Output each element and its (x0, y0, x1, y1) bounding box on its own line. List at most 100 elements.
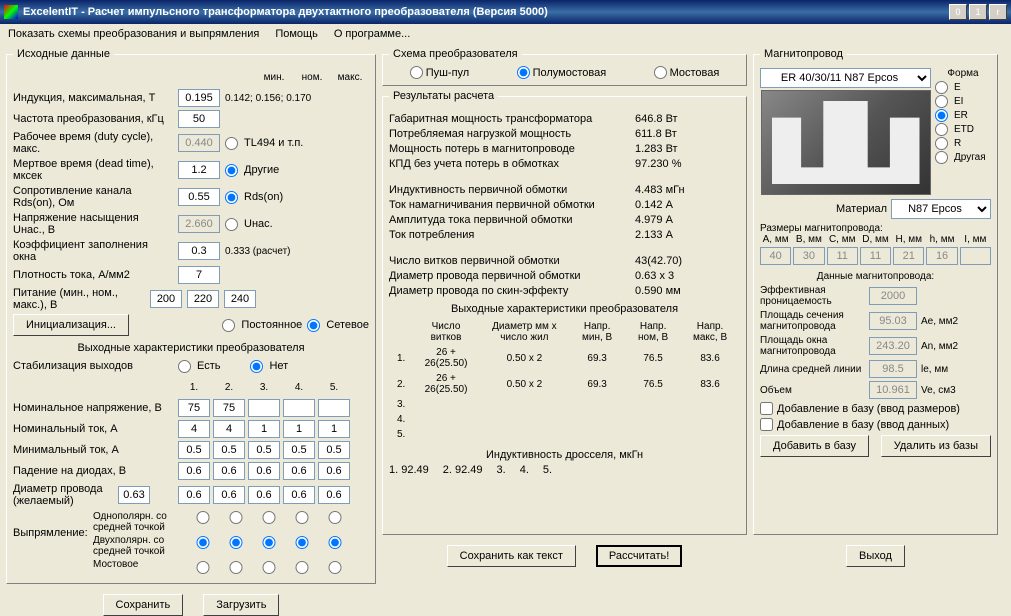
rect-r3-5[interactable] (325, 561, 345, 574)
core-group: Магнитопровод ER 40/30/11 N87 Epcos Форм… (753, 48, 998, 535)
input-supply-min[interactable] (150, 290, 182, 308)
radio-shape-EI[interactable] (935, 95, 948, 108)
radio-ac[interactable] (307, 319, 320, 332)
input-vd-2[interactable] (213, 462, 245, 480)
input-imin-4[interactable] (283, 441, 315, 459)
minimize-button[interactable]: 0 (949, 4, 967, 20)
input-freq[interactable] (178, 110, 220, 128)
input-vnom-5[interactable] (318, 399, 350, 417)
rect-r1-2[interactable] (226, 511, 246, 524)
input-vnom-3[interactable] (248, 399, 280, 417)
ve-field (869, 381, 917, 399)
dim-2 (827, 247, 858, 265)
rect-r2-1[interactable] (193, 536, 213, 549)
rect-r3-4[interactable] (292, 561, 312, 574)
init-button[interactable]: Инициализация... (13, 314, 129, 336)
input-kfill[interactable] (178, 242, 220, 260)
input-vd-4[interactable] (283, 462, 315, 480)
input-inom-2[interactable] (213, 420, 245, 438)
add-to-db-button[interactable]: Добавить в базу (760, 435, 869, 457)
input-vd-5[interactable] (318, 462, 350, 480)
core-select[interactable]: ER 40/30/11 N87 Epcos (760, 68, 931, 88)
radio-stab-no[interactable] (250, 360, 263, 373)
radio-stab-yes[interactable] (178, 360, 191, 373)
load-button[interactable]: Загрузить (203, 594, 279, 616)
rect-r1-1[interactable] (193, 511, 213, 524)
rect-r1-3[interactable] (259, 511, 279, 524)
radio-shape-R[interactable] (935, 137, 948, 150)
an-field (869, 337, 917, 355)
le-field (869, 360, 917, 378)
rect-r1-4[interactable] (292, 511, 312, 524)
radio-unas[interactable] (225, 218, 238, 231)
rect-r3-1[interactable] (193, 561, 213, 574)
radio-full-bridge[interactable] (654, 66, 667, 79)
input-supply-nom[interactable] (187, 290, 219, 308)
input-legend: Исходные данные (13, 48, 114, 60)
rect-r3-3[interactable] (259, 561, 279, 574)
input-supply-max[interactable] (224, 290, 256, 308)
input-dw-2[interactable] (213, 486, 245, 504)
exit-button[interactable]: Выход (846, 545, 905, 567)
radio-half-bridge[interactable] (517, 66, 530, 79)
radio-shape-E[interactable] (935, 81, 948, 94)
input-data-group: Исходные данные мин. ном. макс. Индукция… (6, 48, 376, 584)
input-j[interactable] (178, 266, 220, 284)
rect-r2-2[interactable] (226, 536, 246, 549)
ae-field (869, 312, 917, 330)
input-vnom-1[interactable] (178, 399, 210, 417)
rect-r2-3[interactable] (259, 536, 279, 549)
input-imin-3[interactable] (248, 441, 280, 459)
input-inom-4[interactable] (283, 420, 315, 438)
input-vnom-4[interactable] (283, 399, 315, 417)
save-text-button[interactable]: Сохранить как текст (447, 545, 576, 567)
input-dw-1[interactable] (178, 486, 210, 504)
rect-r2-5[interactable] (325, 536, 345, 549)
lbl-freq: Частота преобразования, кГц (13, 113, 173, 125)
chk-add-sizes[interactable] (760, 402, 773, 415)
chk-add-data[interactable] (760, 418, 773, 431)
input-dw-3[interactable] (248, 486, 280, 504)
radio-shape-Другая[interactable] (935, 151, 948, 164)
material-select[interactable]: N87 Epcos (891, 199, 991, 219)
lbl-rds: Сопротивление канала Rds(on), Ом (13, 185, 173, 209)
maximize-button[interactable]: 1 (969, 4, 987, 20)
rect-r1-5[interactable] (325, 511, 345, 524)
input-imin-1[interactable] (178, 441, 210, 459)
input-inom-3[interactable] (248, 420, 280, 438)
del-from-db-button[interactable]: Удалить из базы (881, 435, 991, 457)
radio-other[interactable] (225, 164, 238, 177)
radio-push-pull[interactable] (410, 66, 423, 79)
lbl-unas: Напряжение насыщения Uнас., В (13, 212, 173, 236)
close-button[interactable]: r (989, 4, 1007, 20)
menu-help[interactable]: Помощь (275, 28, 318, 40)
input-induction[interactable] (178, 89, 220, 107)
input-rds[interactable] (178, 188, 220, 206)
rect-r3-2[interactable] (226, 561, 246, 574)
radio-shape-ER[interactable] (935, 109, 948, 122)
lbl-dead: Мертвое время (dead time), мксек (13, 158, 173, 182)
radio-shape-ETD[interactable] (935, 123, 948, 136)
input-dw-5[interactable] (318, 486, 350, 504)
input-vd-1[interactable] (178, 462, 210, 480)
input-imin-5[interactable] (318, 441, 350, 459)
input-inom-1[interactable] (178, 420, 210, 438)
input-dwire[interactable] (118, 486, 150, 504)
lbl-stab: Стабилизация выходов (13, 360, 173, 372)
input-dw-4[interactable] (283, 486, 315, 504)
radio-dc[interactable] (222, 319, 235, 332)
save-button[interactable]: Сохранить (103, 594, 184, 616)
input-vnom-2[interactable] (213, 399, 245, 417)
scheme-group: Схема преобразователя Пуш-пул Полумостов… (382, 48, 747, 86)
menu-about[interactable]: О программе... (334, 28, 410, 40)
input-imin-2[interactable] (213, 441, 245, 459)
rect-r2-4[interactable] (292, 536, 312, 549)
radio-rdson[interactable] (225, 191, 238, 204)
input-dead[interactable] (178, 161, 220, 179)
input-vd-3[interactable] (248, 462, 280, 480)
menu-schemes[interactable]: Показать схемы преобразования и выпрямле… (8, 28, 259, 40)
radio-tl494[interactable] (225, 137, 238, 150)
lbl-j: Плотность тока, А/мм2 (13, 269, 173, 281)
input-inom-5[interactable] (318, 420, 350, 438)
calculate-button[interactable]: Рассчитать! (596, 545, 682, 567)
